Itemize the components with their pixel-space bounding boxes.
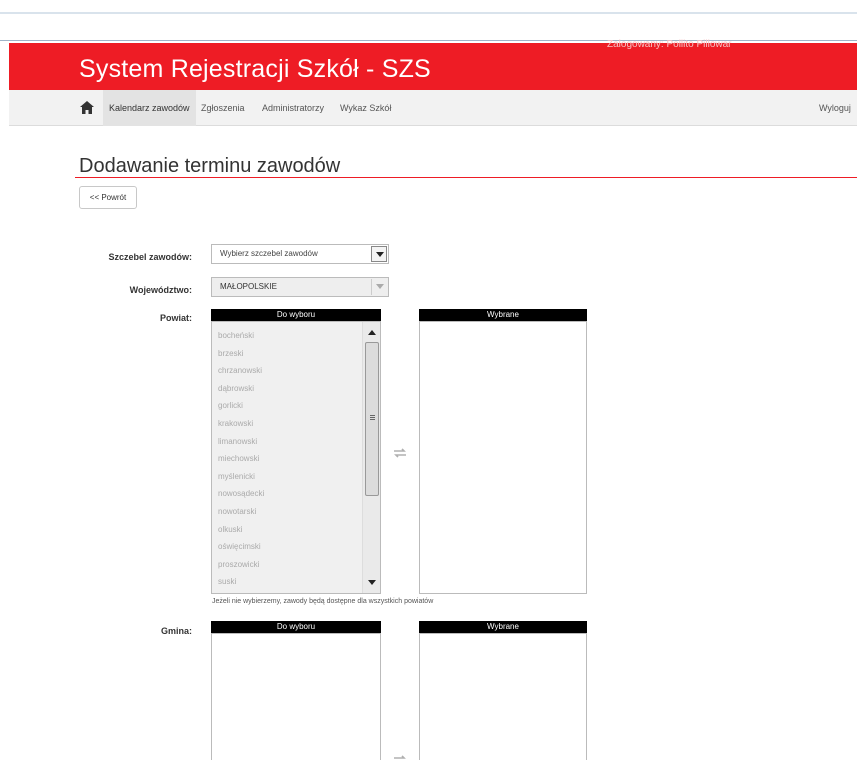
list-item[interactable]: oświęcimski xyxy=(218,538,264,556)
chevron-down-icon[interactable] xyxy=(371,246,387,262)
chevron-down-icon xyxy=(371,279,387,295)
level-label: Szczebel zawodów: xyxy=(108,252,192,262)
list-item[interactable]: dąbrowski xyxy=(218,380,264,398)
home-icon[interactable] xyxy=(80,101,94,114)
grip-icon xyxy=(370,415,375,416)
commune-selected-header: Wybrane xyxy=(419,621,587,633)
voivodeship-select: MAŁOPOLSKIE xyxy=(211,277,389,297)
county-available-header: Do wyboru xyxy=(211,309,381,321)
commune-available-list[interactable] xyxy=(211,633,381,760)
list-item[interactable]: proszowicki xyxy=(218,556,264,574)
logged-in-user: Zalogowany: Pollito Pillowar xyxy=(607,39,732,50)
commune-available-header: Do wyboru xyxy=(211,621,381,633)
app-header: Zalogowany: Pollito Pillowar System Reje… xyxy=(9,39,857,90)
title-divider xyxy=(75,177,857,178)
swap-arrows-icon[interactable] xyxy=(393,755,407,760)
county-scrollbar[interactable] xyxy=(362,322,380,593)
list-item[interactable]: suski xyxy=(218,573,264,591)
voivodeship-label: Województwo: xyxy=(129,285,192,295)
list-item[interactable]: tarnowski xyxy=(218,591,264,593)
county-label: Powiat: xyxy=(159,313,192,323)
list-item[interactable]: krakowski xyxy=(218,415,264,433)
scroll-thumb[interactable] xyxy=(365,342,379,496)
nav-item-zgloszenia[interactable]: Zgłoszenia xyxy=(195,90,251,126)
list-item[interactable]: nowosądecki xyxy=(218,485,264,503)
browser-top-rule xyxy=(0,12,857,14)
scroll-up-icon[interactable] xyxy=(368,330,376,335)
county-available-items: bocheński brzeski chrzanowski dąbrowski … xyxy=(218,327,264,593)
swap-arrows-icon[interactable] xyxy=(393,448,407,458)
county-selected-header: Wybrane xyxy=(419,309,587,321)
list-item[interactable]: chrzanowski xyxy=(218,362,264,380)
back-button[interactable]: << Powrót xyxy=(79,186,137,209)
scroll-down-icon[interactable] xyxy=(368,580,376,585)
level-select-value: Wybierz szczebel zawodów xyxy=(220,249,318,258)
county-hint: Jeżeli nie wybierzemy, zawody będą dostę… xyxy=(212,598,434,605)
main-nav: Kalendarz zawodów Zgłoszenia Administrat… xyxy=(9,90,857,126)
commune-selected-list[interactable] xyxy=(419,633,587,760)
logout-link[interactable]: Wyloguj xyxy=(813,90,857,126)
nav-item-kalendarz[interactable]: Kalendarz zawodów xyxy=(103,90,196,126)
list-item[interactable]: olkuski xyxy=(218,521,264,539)
level-select[interactable]: Wybierz szczebel zawodów xyxy=(211,244,389,264)
nav-item-wykaz-szkol[interactable]: Wykaz Szkół xyxy=(334,90,397,126)
voivodeship-select-value: MAŁOPOLSKIE xyxy=(220,282,277,291)
county-available-list[interactable]: bocheński brzeski chrzanowski dąbrowski … xyxy=(211,321,381,594)
list-item[interactable]: limanowski xyxy=(218,433,264,451)
county-selected-list[interactable] xyxy=(419,321,587,594)
list-item[interactable]: bocheński xyxy=(218,327,264,345)
page-title: Dodawanie terminu zawodów xyxy=(79,155,341,177)
app-title: System Rejestracji Szkół - SZS xyxy=(79,55,431,83)
list-item[interactable]: miechowski xyxy=(218,450,264,468)
list-item[interactable]: myślenicki xyxy=(218,468,264,486)
commune-label: Gmina: xyxy=(160,626,192,636)
list-item[interactable]: nowotarski xyxy=(218,503,264,521)
nav-item-administratorzy[interactable]: Administratorzy xyxy=(256,90,330,126)
list-item[interactable]: brzeski xyxy=(218,345,264,363)
list-item[interactable]: gorlicki xyxy=(218,397,264,415)
